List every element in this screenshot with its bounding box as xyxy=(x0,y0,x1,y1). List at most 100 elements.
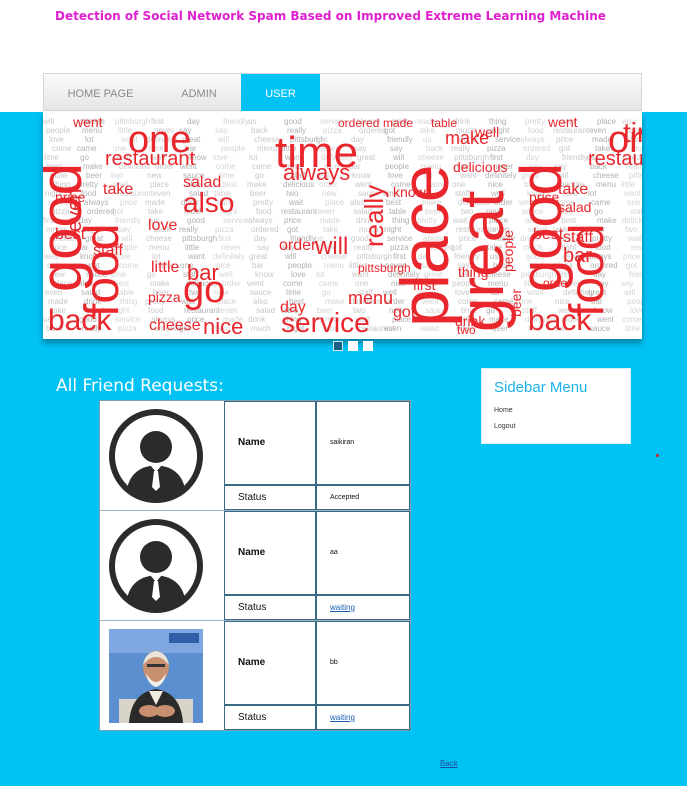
wordcloud-word: best xyxy=(533,226,564,243)
wordcloud-word: bar xyxy=(187,260,219,285)
wordcloud-word: lot xyxy=(85,135,94,144)
wordcloud-word: much xyxy=(251,324,271,333)
sidebar-link-home[interactable]: Home xyxy=(494,407,513,414)
wordcloud-word: time xyxy=(623,117,642,148)
wordcloud-word: lot xyxy=(588,189,597,198)
avatar xyxy=(109,519,203,613)
red-dot-marker xyxy=(656,454,659,457)
wordcloud-word: go xyxy=(255,171,264,180)
wordcloud-word: got xyxy=(559,144,571,153)
wordcloud-word: time xyxy=(286,288,302,297)
banner-wordcloud-image: will cheese pittsburgh first day friendly us go… xyxy=(43,112,642,339)
sidebar-link-logout[interactable]: Logout xyxy=(494,423,515,430)
wordcloud-word: restaurant xyxy=(588,148,642,170)
wordcloud-word: sauce xyxy=(589,324,611,333)
slider-dot-3[interactable] xyxy=(363,341,373,351)
slider-dot-2[interactable] xyxy=(348,341,358,351)
wordcloud-word: will xyxy=(314,233,348,260)
wordcloud-word: great xyxy=(357,153,376,162)
wordcloud-word: go xyxy=(594,207,603,216)
wordcloud-word: restaurant xyxy=(105,148,195,170)
wordcloud-word: take xyxy=(558,181,588,198)
wordcloud-word: food xyxy=(528,126,544,135)
wordcloud-word: staff xyxy=(93,242,124,259)
wordcloud-word: come xyxy=(216,162,236,171)
site-title: Detection of Social Network Spam Based o… xyxy=(55,9,606,23)
wordcloud-word: really xyxy=(359,185,389,247)
wordcloud-word: price xyxy=(55,189,86,205)
wordcloud-word: always xyxy=(283,160,350,185)
wordcloud-word: well xyxy=(474,124,499,140)
wordcloud-word: want xyxy=(623,189,642,198)
wordcloud-word: pretty xyxy=(253,198,273,207)
wordcloud-word: went xyxy=(246,279,265,288)
wordcloud-word: two xyxy=(286,189,299,198)
slider-dot-1[interactable] xyxy=(333,341,343,351)
wordcloud-word: menu xyxy=(596,180,616,189)
friend-name: aa xyxy=(330,549,338,556)
wordcloud-word: friendly xyxy=(387,135,413,144)
wordcloud-word: day xyxy=(280,299,306,316)
wordcloud-word: sauce xyxy=(250,288,272,297)
wordcloud-word: nice xyxy=(488,180,503,189)
name-label: Name xyxy=(238,657,266,668)
wordcloud-word: made xyxy=(145,198,166,207)
wordcloud-word: us xyxy=(423,135,431,144)
wordcloud-word: drink xyxy=(248,315,266,324)
wordcloud-word: place xyxy=(325,198,345,207)
wordcloud-word: restaurant xyxy=(281,207,318,216)
wordcloud-word: staff xyxy=(563,229,594,246)
wordcloud-word: people xyxy=(627,297,642,306)
wordcloud-word: never xyxy=(221,243,241,252)
status-label-cell: Status xyxy=(224,595,316,620)
status-waiting-link[interactable]: waiting xyxy=(330,603,355,612)
wordcloud-word: made xyxy=(383,116,413,130)
sidebar-menu: Sidebar Menu Home Logout xyxy=(481,368,631,444)
wordcloud-word: best xyxy=(55,226,86,243)
status-waiting-link[interactable]: waiting xyxy=(330,713,355,722)
wordcloud-word: even xyxy=(317,207,334,216)
wordcloud-word: nice xyxy=(203,314,243,339)
wordcloud-word: will xyxy=(623,288,635,297)
wordcloud-word: table xyxy=(431,116,457,130)
wordcloud-word: always xyxy=(248,216,272,225)
wordcloud-word: good xyxy=(284,117,302,126)
wordcloud-word: price xyxy=(556,135,574,144)
back-link[interactable]: Back xyxy=(440,759,458,768)
wordcloud-word: thing xyxy=(458,264,488,280)
wordcloud-word: come xyxy=(622,315,642,324)
wordcloud-word: little xyxy=(185,243,200,252)
wordcloud-word: made xyxy=(320,216,341,225)
wordcloud-word: go xyxy=(322,288,331,297)
nav-home-page[interactable]: HOME PAGE xyxy=(44,74,157,111)
wordcloud-word: two xyxy=(457,323,476,337)
wordcloud-word: take xyxy=(148,207,164,216)
wordcloud-word: lot xyxy=(249,153,258,162)
wordcloud-word: back xyxy=(528,304,592,337)
wordcloud-word: back xyxy=(48,304,112,337)
wordcloud-word: great xyxy=(249,252,268,261)
wordcloud-word: ordered xyxy=(338,116,379,130)
wordcloud-word: got xyxy=(112,207,124,216)
avatar xyxy=(109,629,203,723)
nav-admin[interactable]: ADMIN xyxy=(157,74,241,111)
wordcloud-word: salad xyxy=(558,199,591,215)
wordcloud-word: love xyxy=(213,153,228,162)
wordcloud-word: time xyxy=(44,153,60,162)
wordcloud-word: cheese xyxy=(146,234,172,243)
user-photo xyxy=(109,629,203,723)
nav-user[interactable]: USER xyxy=(241,74,320,111)
wordcloud-word: salad xyxy=(183,174,221,191)
friend-requests-table: Name saikiran Status Accepted Name aa St… xyxy=(99,400,411,731)
wordcloud-word: price xyxy=(529,189,560,205)
wordcloud-word: make xyxy=(247,180,267,189)
wordcloud-word: cheese xyxy=(149,317,201,334)
wordcloud-word: bar xyxy=(252,261,264,270)
wordcloud-word: got xyxy=(393,304,416,321)
wordcloud-word: little xyxy=(151,259,180,276)
wordcloud-word: menu xyxy=(348,288,393,308)
wordcloud-word: pittsburgh xyxy=(182,234,217,243)
status-label: Status xyxy=(238,712,267,723)
wordcloud-word: bar xyxy=(563,245,592,267)
avatar xyxy=(109,409,203,503)
